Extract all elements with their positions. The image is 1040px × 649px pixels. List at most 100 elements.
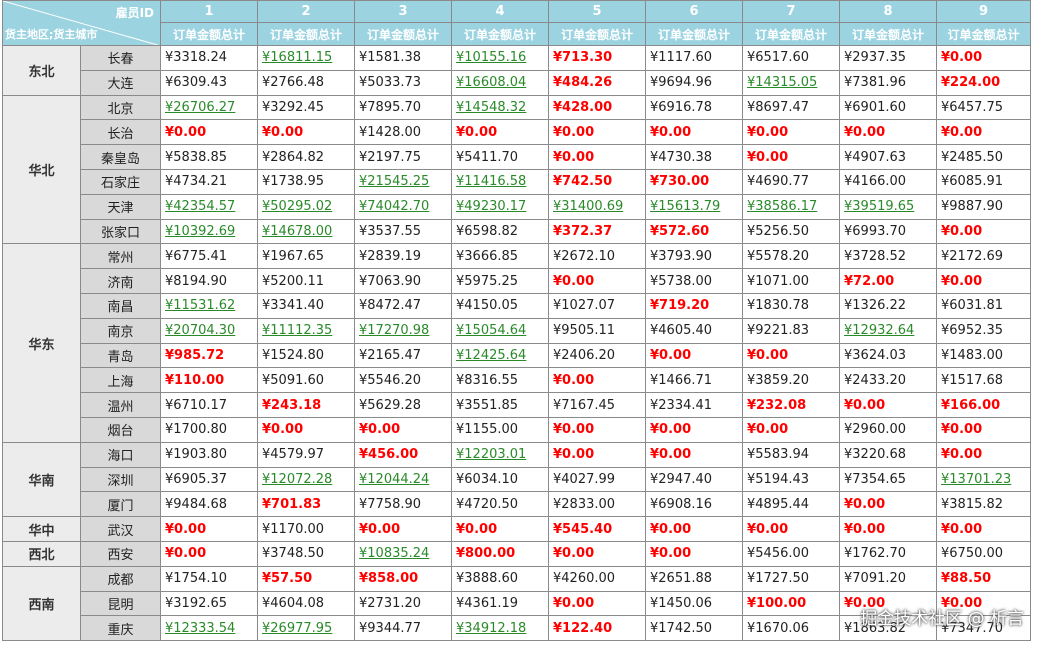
amount-cell[interactable]: ¥11112.35 (257, 317, 355, 344)
amount-cell[interactable]: ¥5194.43 (742, 466, 840, 493)
employee-id-header[interactable]: 7 (742, 0, 840, 23)
amount-cell[interactable]: ¥57.50 (257, 565, 355, 592)
amount-cell[interactable]: ¥6309.43 (160, 69, 258, 96)
amount-cell[interactable]: ¥50295.02 (257, 193, 355, 220)
amount-cell[interactable]: ¥49230.17 (451, 193, 549, 220)
amount-cell[interactable]: ¥456.00 (354, 441, 452, 468)
amount-cell[interactable]: ¥9887.90 (936, 193, 1031, 220)
amount-cell[interactable]: ¥484.26 (548, 69, 646, 96)
amount-cell[interactable]: ¥701.83 (257, 491, 355, 518)
amount-cell[interactable]: ¥0.00 (936, 516, 1031, 542)
employee-id-header[interactable]: 8 (839, 0, 937, 23)
amount-cell[interactable]: ¥7758.90 (354, 491, 452, 518)
amount-cell[interactable]: ¥0.00 (742, 416, 840, 443)
employee-id-header[interactable]: 5 (548, 0, 646, 23)
amount-cell[interactable]: ¥1155.00 (451, 416, 549, 443)
amount-cell[interactable]: ¥3292.45 (257, 94, 355, 121)
amount-cell[interactable]: ¥742.50 (548, 168, 646, 195)
amount-cell[interactable]: ¥4907.63 (839, 144, 937, 170)
amount-cell[interactable]: ¥0.00 (936, 268, 1031, 294)
amount-cell[interactable]: ¥7895.70 (354, 94, 452, 121)
amount-cell[interactable]: ¥4166.00 (839, 168, 937, 195)
amount-cell[interactable]: ¥15613.79 (645, 193, 743, 220)
amount-cell[interactable]: ¥985.72 (160, 342, 258, 369)
amount-cell[interactable]: ¥12044.24 (354, 466, 452, 493)
amount-cell[interactable]: ¥1670.06 (742, 615, 840, 642)
amount-cell[interactable]: ¥0.00 (645, 416, 743, 443)
amount-cell[interactable]: ¥0.00 (645, 441, 743, 468)
amount-cell[interactable]: ¥5546.20 (354, 367, 452, 394)
amount-cell[interactable]: ¥4605.40 (645, 317, 743, 344)
amount-cell[interactable]: ¥8194.90 (160, 268, 258, 294)
amount-cell[interactable]: ¥26706.27 (160, 94, 258, 121)
amount-cell[interactable]: ¥4260.00 (548, 565, 646, 592)
amount-cell[interactable]: ¥2864.82 (257, 144, 355, 170)
amount-cell[interactable]: ¥14315.05 (742, 69, 840, 96)
amount-cell[interactable]: ¥9694.96 (645, 69, 743, 96)
amount-cell[interactable]: ¥7091.20 (839, 565, 937, 592)
amount-cell[interactable]: ¥16608.04 (451, 69, 549, 96)
amount-cell[interactable]: ¥166.00 (936, 392, 1031, 418)
amount-cell[interactable]: ¥1517.68 (936, 367, 1031, 394)
amount-cell[interactable]: ¥232.08 (742, 392, 840, 418)
amount-cell[interactable]: ¥0.00 (548, 144, 646, 170)
amount-cell[interactable]: ¥8316.55 (451, 367, 549, 394)
amount-cell[interactable]: ¥7063.90 (354, 268, 452, 294)
amount-cell[interactable]: ¥1170.00 (257, 516, 355, 542)
amount-cell[interactable]: ¥0.00 (839, 392, 937, 418)
amount-cell[interactable]: ¥0.00 (742, 342, 840, 369)
amount-cell[interactable]: ¥5583.94 (742, 441, 840, 468)
amount-cell[interactable]: ¥372.37 (548, 218, 646, 245)
amount-cell[interactable]: ¥6517.60 (742, 45, 840, 71)
amount-cell[interactable]: ¥6901.60 (839, 94, 937, 121)
amount-cell[interactable]: ¥7347.70 (936, 615, 1031, 642)
amount-cell[interactable]: ¥3728.52 (839, 243, 937, 270)
employee-id-header[interactable]: 3 (354, 0, 452, 23)
amount-cell[interactable]: ¥5200.11 (257, 268, 355, 294)
amount-cell[interactable]: ¥2485.50 (936, 144, 1031, 170)
amount-cell[interactable]: ¥100.00 (742, 590, 840, 617)
amount-cell[interactable]: ¥4734.21 (160, 168, 258, 195)
amount-cell[interactable]: ¥0.00 (160, 516, 258, 542)
amount-cell[interactable]: ¥2833.00 (548, 491, 646, 518)
amount-cell[interactable]: ¥12932.64 (839, 317, 937, 344)
amount-cell[interactable]: ¥4720.50 (451, 491, 549, 518)
amount-cell[interactable]: ¥26977.95 (257, 615, 355, 642)
amount-cell[interactable]: ¥5091.60 (257, 367, 355, 394)
amount-cell[interactable]: ¥0.00 (742, 119, 840, 146)
amount-cell[interactable]: ¥7381.96 (839, 69, 937, 96)
amount-cell[interactable]: ¥0.00 (257, 416, 355, 443)
amount-cell[interactable]: ¥2334.41 (645, 392, 743, 418)
amount-cell[interactable]: ¥0.00 (645, 540, 743, 567)
amount-cell[interactable]: ¥3888.60 (451, 565, 549, 592)
amount-cell[interactable]: ¥6952.35 (936, 317, 1031, 344)
amount-cell[interactable]: ¥6750.00 (936, 540, 1031, 567)
amount-cell[interactable]: ¥1428.00 (354, 119, 452, 146)
amount-cell[interactable]: ¥0.00 (645, 119, 743, 146)
amount-cell[interactable]: ¥3537.55 (354, 218, 452, 245)
amount-cell[interactable]: ¥10155.16 (451, 45, 549, 71)
amount-cell[interactable]: ¥74042.70 (354, 193, 452, 220)
amount-cell[interactable]: ¥0.00 (742, 144, 840, 170)
amount-cell[interactable]: ¥1581.38 (354, 45, 452, 71)
employee-id-header[interactable]: 9 (936, 0, 1031, 23)
amount-cell[interactable]: ¥6916.78 (645, 94, 743, 121)
amount-cell[interactable]: ¥8697.47 (742, 94, 840, 121)
amount-cell[interactable]: ¥3551.85 (451, 392, 549, 418)
amount-cell[interactable]: ¥1700.80 (160, 416, 258, 443)
amount-cell[interactable]: ¥713.30 (548, 45, 646, 71)
amount-cell[interactable]: ¥20704.30 (160, 317, 258, 344)
amount-cell[interactable]: ¥1727.50 (742, 565, 840, 592)
amount-cell[interactable]: ¥17270.98 (354, 317, 452, 344)
amount-cell[interactable]: ¥719.20 (645, 292, 743, 319)
amount-cell[interactable]: ¥4730.38 (645, 144, 743, 170)
amount-cell[interactable]: ¥1071.00 (742, 268, 840, 294)
amount-cell[interactable]: ¥13701.23 (936, 466, 1031, 493)
amount-cell[interactable]: ¥12072.28 (257, 466, 355, 493)
amount-cell[interactable]: ¥730.00 (645, 168, 743, 195)
amount-cell[interactable]: ¥5411.70 (451, 144, 549, 170)
amount-cell[interactable]: ¥2172.69 (936, 243, 1031, 270)
amount-cell[interactable]: ¥2165.47 (354, 342, 452, 369)
amount-cell[interactable]: ¥0.00 (354, 516, 452, 542)
amount-cell[interactable]: ¥1754.10 (160, 565, 258, 592)
